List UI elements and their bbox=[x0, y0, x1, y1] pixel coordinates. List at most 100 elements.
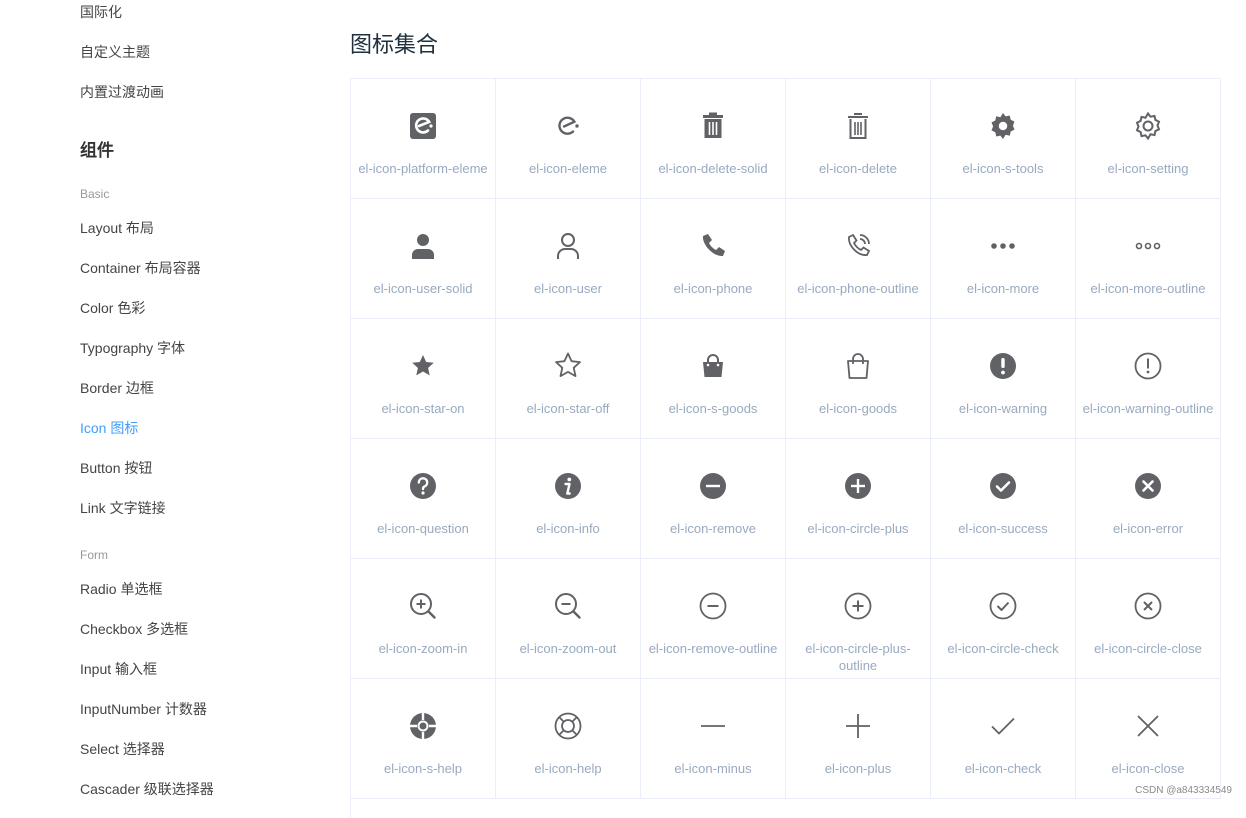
icon-class-label: el-icon-goods bbox=[818, 401, 898, 416]
user-icon bbox=[553, 231, 583, 261]
nav-item-input[interactable]: Input 输入框 bbox=[80, 659, 157, 679]
more-icon bbox=[988, 231, 1018, 261]
icon-cell-error[interactable]: el-icon-error bbox=[1076, 439, 1221, 559]
icon-class-label: el-icon-zoom-out bbox=[519, 641, 617, 656]
icon-cell-zoom-out[interactable]: el-icon-zoom-out bbox=[496, 559, 641, 679]
s-tools-icon bbox=[988, 111, 1018, 141]
nav-item-link[interactable]: Link 文字链接 bbox=[80, 498, 166, 518]
success-icon bbox=[988, 471, 1018, 501]
circle-plus-outline-icon bbox=[843, 591, 873, 621]
icon-cell-remove-outline[interactable]: el-icon-remove-outline bbox=[641, 559, 786, 679]
icon-cell-question[interactable]: el-icon-question bbox=[351, 439, 496, 559]
icon-cell-warning[interactable]: el-icon-warning bbox=[931, 319, 1076, 439]
icon-cell-delete[interactable]: el-icon-delete bbox=[786, 79, 931, 199]
icon-cell-circle-plus[interactable]: el-icon-circle-plus bbox=[786, 439, 931, 559]
delete-icon bbox=[843, 111, 873, 141]
icon-cell-info[interactable]: el-icon-info bbox=[496, 439, 641, 559]
nav-item-color[interactable]: Color 色彩 bbox=[80, 298, 145, 318]
icon-class-label: el-icon-success bbox=[958, 521, 1048, 536]
icon-class-label: el-icon-more bbox=[966, 281, 1040, 296]
icon-cell-check[interactable]: el-icon-check bbox=[931, 679, 1076, 799]
nav-item-layout[interactable]: Layout 布局 bbox=[80, 218, 154, 238]
star-off-icon bbox=[553, 351, 583, 381]
nav-item-inputnumber[interactable]: InputNumber 计数器 bbox=[80, 699, 207, 719]
nav-item-i18n[interactable]: 国际化 bbox=[80, 2, 122, 22]
nav-item-select[interactable]: Select 选择器 bbox=[80, 739, 165, 759]
icon-class-label: el-icon-platform-eleme bbox=[358, 161, 488, 176]
icon-cell-more[interactable]: el-icon-more bbox=[931, 199, 1076, 319]
zoom-in-icon bbox=[408, 591, 438, 621]
nav-item-cascader[interactable]: Cascader 级联选择器 bbox=[80, 779, 214, 799]
icon-cell-close[interactable]: el-icon-close bbox=[1076, 679, 1221, 799]
icon-cell-success[interactable]: el-icon-success bbox=[931, 439, 1076, 559]
icon-cell-circle-close[interactable]: el-icon-circle-close bbox=[1076, 559, 1221, 679]
nav-item-icon[interactable]: Icon 图标 bbox=[80, 418, 138, 438]
circle-close-icon bbox=[1133, 591, 1163, 621]
icon-class-label: el-icon-circle-check bbox=[947, 641, 1059, 656]
nav-item-custom-theme[interactable]: 自定义主题 bbox=[80, 42, 150, 62]
icon-cell-star-off[interactable]: el-icon-star-off bbox=[496, 319, 641, 439]
icon-class-label: el-icon-phone-outline bbox=[797, 281, 919, 296]
phone-outline-icon bbox=[843, 231, 873, 261]
nav-item-transition[interactable]: 内置过渡动画 bbox=[80, 82, 164, 102]
s-goods-icon bbox=[698, 351, 728, 381]
icon-cell-circle-check[interactable]: el-icon-circle-check bbox=[931, 559, 1076, 679]
icon-cell-user-solid[interactable]: el-icon-user-solid bbox=[351, 199, 496, 319]
star-on-icon bbox=[408, 351, 438, 381]
icon-cell-eleme[interactable]: el-icon-eleme bbox=[496, 79, 641, 199]
nav-item-checkbox[interactable]: Checkbox 多选框 bbox=[80, 619, 188, 639]
icon-cell-remove[interactable]: el-icon-remove bbox=[641, 439, 786, 559]
nav-item-container[interactable]: Container 布局容器 bbox=[80, 258, 201, 278]
icon-class-label: el-icon-circle-close bbox=[1094, 641, 1202, 656]
icon-grid: el-icon-platform-eleme el-icon-eleme el-ic… bbox=[350, 78, 1221, 818]
icon-cell-user[interactable]: el-icon-user bbox=[496, 199, 641, 319]
icon-class-label: el-icon-remove-outline bbox=[648, 641, 778, 656]
icon-class-label: el-icon-zoom-in bbox=[378, 641, 468, 656]
nav-item-button[interactable]: Button 按钮 bbox=[80, 458, 152, 478]
more-outline-icon bbox=[1133, 231, 1163, 261]
s-help-icon bbox=[408, 711, 438, 741]
icon-cell-goods[interactable]: el-icon-goods bbox=[786, 319, 931, 439]
question-icon bbox=[408, 471, 438, 501]
icon-cell-help[interactable]: el-icon-help bbox=[496, 679, 641, 799]
icon-class-label: el-icon-star-off bbox=[526, 401, 610, 416]
icon-cell-s-help[interactable]: el-icon-s-help bbox=[351, 679, 496, 799]
nav-section-form: Form bbox=[80, 548, 108, 562]
icon-class-label: el-icon-plus bbox=[824, 761, 892, 776]
eleme-icon bbox=[553, 111, 583, 141]
goods-icon bbox=[843, 351, 873, 381]
icon-class-label: el-icon-user bbox=[534, 281, 602, 296]
icon-cell-setting[interactable]: el-icon-setting bbox=[1076, 79, 1221, 199]
watermark: CSDN @a843334549 bbox=[1135, 785, 1232, 796]
warning-icon bbox=[988, 351, 1018, 381]
nav-item-typography[interactable]: Typography 字体 bbox=[80, 338, 185, 358]
plus-icon bbox=[843, 711, 873, 741]
icon-cell-phone-outline[interactable]: el-icon-phone-outline bbox=[786, 199, 931, 319]
icon-cell-minus[interactable]: el-icon-minus bbox=[641, 679, 786, 799]
icon-class-label: el-icon-setting bbox=[1107, 161, 1189, 176]
icon-cell-platform-eleme[interactable]: el-icon-platform-eleme bbox=[351, 79, 496, 199]
icon-cell-delete-solid[interactable]: el-icon-delete-solid bbox=[641, 79, 786, 199]
icon-cell-s-tools[interactable]: el-icon-s-tools bbox=[931, 79, 1076, 199]
minus-icon bbox=[698, 711, 728, 741]
icon-cell-plus[interactable]: el-icon-plus bbox=[786, 679, 931, 799]
nav-item-radio[interactable]: Radio 单选框 bbox=[80, 579, 162, 599]
icon-class-label: el-icon-star-on bbox=[381, 401, 465, 416]
sidebar: 国际化 自定义主题 内置过渡动画 组件 Basic Layout 布局 Cont… bbox=[0, 0, 330, 804]
platform-eleme-icon bbox=[408, 111, 438, 141]
icon-cell-star-on[interactable]: el-icon-star-on bbox=[351, 319, 496, 439]
icon-cell-phone[interactable]: el-icon-phone bbox=[641, 199, 786, 319]
icon-cell-more-outline[interactable]: el-icon-more-outline bbox=[1076, 199, 1221, 319]
icon-cell-circle-plus-outline[interactable]: el-icon-circle-plus-outline bbox=[786, 559, 931, 679]
icon-cell-s-goods[interactable]: el-icon-s-goods bbox=[641, 319, 786, 439]
icon-class-label: el-icon-circle-plus bbox=[807, 521, 909, 536]
icon-class-label: el-icon-s-goods bbox=[668, 401, 758, 416]
icon-class-label: el-icon-info bbox=[536, 521, 600, 536]
icon-class-label: el-icon-check bbox=[964, 761, 1042, 776]
icon-cell-warning-outline[interactable]: el-icon-warning-outline bbox=[1076, 319, 1221, 439]
nav-item-border[interactable]: Border 边框 bbox=[80, 378, 154, 398]
icon-class-label: el-icon-phone bbox=[673, 281, 753, 296]
icon-cell-zoom-in[interactable]: el-icon-zoom-in bbox=[351, 559, 496, 679]
user-solid-icon bbox=[408, 231, 438, 261]
info-icon bbox=[553, 471, 583, 501]
